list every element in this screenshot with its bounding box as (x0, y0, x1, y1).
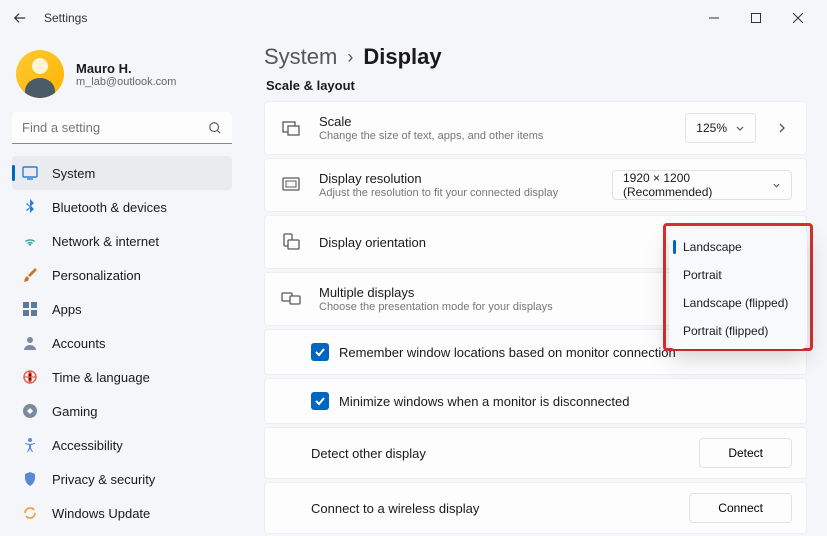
chevron-right-icon: › (347, 47, 353, 68)
apps-icon (22, 301, 38, 317)
profile-name: Mauro H. (76, 61, 176, 76)
user-icon (22, 335, 38, 351)
sidebar-item-update[interactable]: Windows Update (12, 496, 232, 530)
scale-select[interactable]: 125% (685, 113, 756, 143)
checkbox-checked-icon[interactable] (311, 343, 329, 361)
option-label: Minimize windows when a monitor is disco… (339, 394, 629, 409)
system-icon (22, 165, 38, 181)
section-scale-layout: Scale & layout (266, 78, 807, 93)
option-label: Connect to a wireless display (311, 501, 479, 516)
sidebar-item-label: System (52, 166, 95, 181)
update-icon (22, 505, 38, 521)
setting-title: Scale (319, 114, 685, 129)
sidebar-item-network[interactable]: Network & internet (12, 224, 232, 258)
option-label: Detect other display (311, 446, 426, 461)
orientation-dropdown[interactable]: Landscape Portrait Landscape (flipped) P… (669, 229, 807, 349)
minimize-icon (709, 13, 719, 23)
chevron-down-icon (735, 123, 745, 133)
checkbox-checked-icon[interactable] (311, 392, 329, 410)
orientation-option-portrait[interactable]: Portrait (673, 261, 803, 289)
profile-email: m_lab@outlook.com (76, 76, 176, 88)
app-title: Settings (44, 11, 87, 25)
sidebar-item-personalization[interactable]: Personalization (12, 258, 232, 292)
sidebar-item-label: Accessibility (52, 438, 123, 453)
sidebar-item-apps[interactable]: Apps (12, 292, 232, 326)
avatar (16, 50, 64, 98)
option-label: Remember window locations based on monit… (339, 345, 676, 360)
breadcrumb: System › Display (264, 44, 807, 70)
scale-icon (279, 116, 303, 140)
sidebar-item-label: Bluetooth & devices (52, 200, 167, 215)
option-minimize-disconnect[interactable]: Minimize windows when a monitor is disco… (264, 378, 807, 424)
resolution-icon (279, 173, 303, 197)
detect-button[interactable]: Detect (699, 438, 792, 468)
option-detect-display: Detect other display Detect (264, 427, 807, 479)
sidebar-item-gaming[interactable]: Gaming (12, 394, 232, 428)
setting-subtitle: Adjust the resolution to fit your connec… (319, 187, 612, 199)
option-connect-wireless: Connect to a wireless display Connect (264, 482, 807, 534)
sidebar-item-time[interactable]: Time & language (12, 360, 232, 394)
maximize-icon (751, 13, 761, 23)
sidebar-item-bluetooth[interactable]: Bluetooth & devices (12, 190, 232, 224)
wifi-icon (22, 233, 38, 249)
sidebar-item-label: Apps (52, 302, 82, 317)
brush-icon (22, 267, 38, 283)
search-icon (208, 121, 222, 135)
profile-block[interactable]: Mauro H. m_lab@outlook.com (12, 44, 232, 112)
search-input[interactable] (12, 112, 232, 144)
close-button[interactable] (777, 3, 819, 33)
setting-subtitle: Change the size of text, apps, and other… (319, 130, 685, 142)
sidebar-item-label: Time & language (52, 370, 150, 385)
bluetooth-icon (22, 199, 38, 215)
chevron-right-icon[interactable] (772, 118, 792, 138)
sidebar-item-label: Privacy & security (52, 472, 155, 487)
sidebar-item-label: Gaming (52, 404, 98, 419)
orientation-option-portrait-flipped[interactable]: Portrait (flipped) (673, 317, 803, 345)
resolution-select[interactable]: 1920 × 1200 (Recommended) (612, 170, 792, 200)
shield-icon (22, 471, 38, 487)
multiple-displays-icon (279, 287, 303, 311)
sidebar-item-label: Accounts (52, 336, 105, 351)
chevron-down-icon (772, 180, 781, 190)
connect-button[interactable]: Connect (689, 493, 792, 523)
orientation-option-landscape[interactable]: Landscape (673, 233, 803, 261)
gaming-icon (22, 403, 38, 419)
sidebar-item-label: Windows Update (52, 506, 150, 521)
sidebar-item-accessibility[interactable]: Accessibility (12, 428, 232, 462)
orientation-option-landscape-flipped[interactable]: Landscape (flipped) (673, 289, 803, 317)
sidebar-item-accounts[interactable]: Accounts (12, 326, 232, 360)
accessibility-icon (22, 437, 38, 453)
minimize-button[interactable] (693, 3, 735, 33)
sidebar-item-label: Network & internet (52, 234, 159, 249)
setting-resolution[interactable]: Display resolution Adjust the resolution… (264, 158, 807, 212)
sidebar: Mauro H. m_lab@outlook.com System Blueto… (0, 36, 240, 536)
orientation-icon (279, 230, 303, 254)
back-button[interactable] (8, 6, 32, 30)
arrow-left-icon (13, 11, 27, 25)
setting-scale[interactable]: Scale Change the size of text, apps, and… (264, 101, 807, 155)
globe-icon (22, 369, 38, 385)
maximize-button[interactable] (735, 3, 777, 33)
sidebar-item-system[interactable]: System (12, 156, 232, 190)
breadcrumb-current: Display (363, 44, 441, 70)
sidebar-item-privacy[interactable]: Privacy & security (12, 462, 232, 496)
breadcrumb-parent[interactable]: System (264, 44, 337, 70)
sidebar-item-label: Personalization (52, 268, 141, 283)
setting-title: Display resolution (319, 171, 612, 186)
close-icon (793, 13, 803, 23)
